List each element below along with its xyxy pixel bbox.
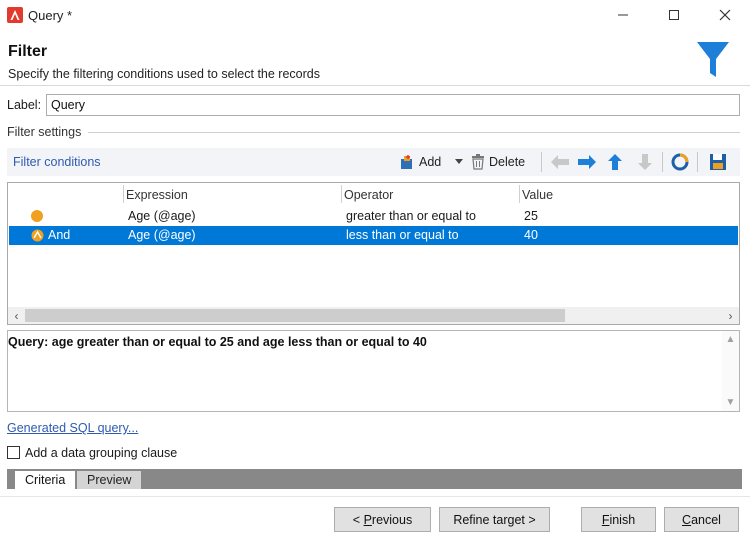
row-value: 25 (524, 209, 538, 223)
horizontal-scrollbar[interactable]: ‹ › (8, 307, 739, 324)
title-bar: Query * (0, 0, 750, 30)
filter-funnel-icon (697, 42, 729, 77)
toolbar-separator (662, 152, 663, 172)
row-value: 40 (524, 228, 538, 242)
pie-chart-icon (671, 153, 689, 171)
finish-button[interactable]: Finish (581, 507, 656, 532)
condition-status-icon (31, 210, 43, 222)
condition-row[interactable]: Age (@age) greater than or equal to 25 (9, 207, 738, 226)
query-summary-text: Query: age greater than or equal to 25 a… (8, 335, 427, 349)
delete-button-label: Delete (489, 155, 526, 169)
previous-rest: revious (371, 512, 413, 527)
finish-rest: inish (609, 512, 636, 527)
page-subtitle: Specify the filtering conditions used to… (8, 67, 320, 81)
row-operator: less than or equal to (346, 228, 459, 242)
scrollbar-thumb[interactable] (25, 309, 565, 322)
move-up-button[interactable] (607, 151, 623, 173)
arrow-up-icon (608, 154, 622, 170)
cancel-mnemonic: C (682, 512, 692, 527)
row-expression: Age (@age) (128, 209, 196, 223)
column-separator (519, 185, 520, 203)
add-dropdown-button[interactable] (455, 151, 463, 173)
close-button[interactable] (702, 0, 748, 30)
close-icon (719, 9, 731, 21)
minimize-button[interactable] (600, 0, 646, 30)
add-button-label: Add (419, 155, 442, 169)
scroll-down-icon[interactable]: ▼ (722, 394, 739, 411)
column-separator (123, 185, 124, 203)
column-separator (341, 185, 342, 203)
save-filter-button[interactable] (709, 151, 727, 173)
minimize-icon (618, 14, 628, 16)
row-expression: Age (@age) (128, 228, 196, 242)
add-button[interactable]: Add (399, 151, 441, 173)
column-header-value[interactable]: Value (522, 188, 553, 202)
chevron-down-icon (455, 159, 463, 164)
condition-row-selected[interactable]: And Age (@age) less than or equal to 40 (9, 226, 738, 245)
delete-button[interactable]: Delete (471, 151, 525, 173)
move-left-button[interactable] (550, 151, 570, 173)
filter-conditions-label: Filter conditions (13, 155, 101, 169)
scroll-up-icon[interactable]: ▲ (722, 331, 739, 348)
filter-settings-divider (88, 132, 740, 133)
tab-preview[interactable]: Preview (77, 471, 142, 489)
scroll-left-icon[interactable]: ‹ (8, 307, 25, 324)
grouping-checkbox[interactable] (7, 446, 20, 459)
add-condition-icon (401, 155, 412, 169)
vertical-scrollbar[interactable]: ▲ ▼ (722, 331, 739, 411)
previous-prefix: < (352, 512, 364, 527)
previous-mnemonic: P (363, 512, 372, 527)
cancel-button[interactable]: Cancel (664, 507, 739, 532)
page-title: Filter (8, 43, 48, 60)
conditions-grid: Expression Operator Value Age (@age) gre… (7, 182, 740, 325)
query-summary-box: Query: age greater than or equal to 25 a… (7, 330, 740, 412)
previous-button[interactable]: < Previous (334, 507, 431, 532)
column-header-expression[interactable]: Expression (126, 188, 188, 202)
finish-mnemonic: F (601, 512, 610, 527)
arrow-down-icon (638, 154, 652, 170)
label-input[interactable] (46, 94, 740, 116)
arrow-right-icon (578, 155, 596, 169)
save-icon (710, 154, 726, 170)
generated-sql-query-link[interactable]: Generated SQL query... (7, 421, 138, 435)
filter-toolbar: Filter conditions Add Delete (7, 148, 740, 176)
move-down-button[interactable] (637, 151, 653, 173)
filter-settings-title: Filter settings (7, 125, 86, 139)
move-right-button[interactable] (577, 151, 597, 173)
and-condition-icon (31, 229, 44, 242)
maximize-button[interactable] (651, 0, 697, 30)
distribution-button[interactable] (671, 151, 689, 173)
row-logic: And (48, 228, 71, 242)
toolbar-separator (541, 152, 542, 172)
app-logo-icon (7, 7, 23, 23)
label-field-label: Label: (7, 98, 42, 112)
tab-bar: Criteria Preview (7, 469, 742, 489)
trash-icon (472, 154, 484, 170)
refine-target-button[interactable]: Refine target > (439, 507, 550, 532)
toolbar-separator (697, 152, 698, 172)
page-header: Filter Specify the filtering conditions … (0, 34, 750, 86)
row-operator: greater than or equal to (346, 209, 476, 223)
column-header-operator[interactable]: Operator (344, 188, 393, 202)
maximize-icon (669, 10, 679, 20)
window-title: Query * (28, 8, 73, 23)
cancel-rest: ancel (691, 512, 721, 527)
footer-divider (0, 496, 750, 497)
scroll-right-icon[interactable]: › (722, 307, 739, 324)
arrow-left-icon (551, 155, 569, 169)
grouping-checkbox-label: Add a data grouping clause (25, 446, 178, 460)
tab-criteria[interactable]: Criteria (15, 471, 76, 489)
